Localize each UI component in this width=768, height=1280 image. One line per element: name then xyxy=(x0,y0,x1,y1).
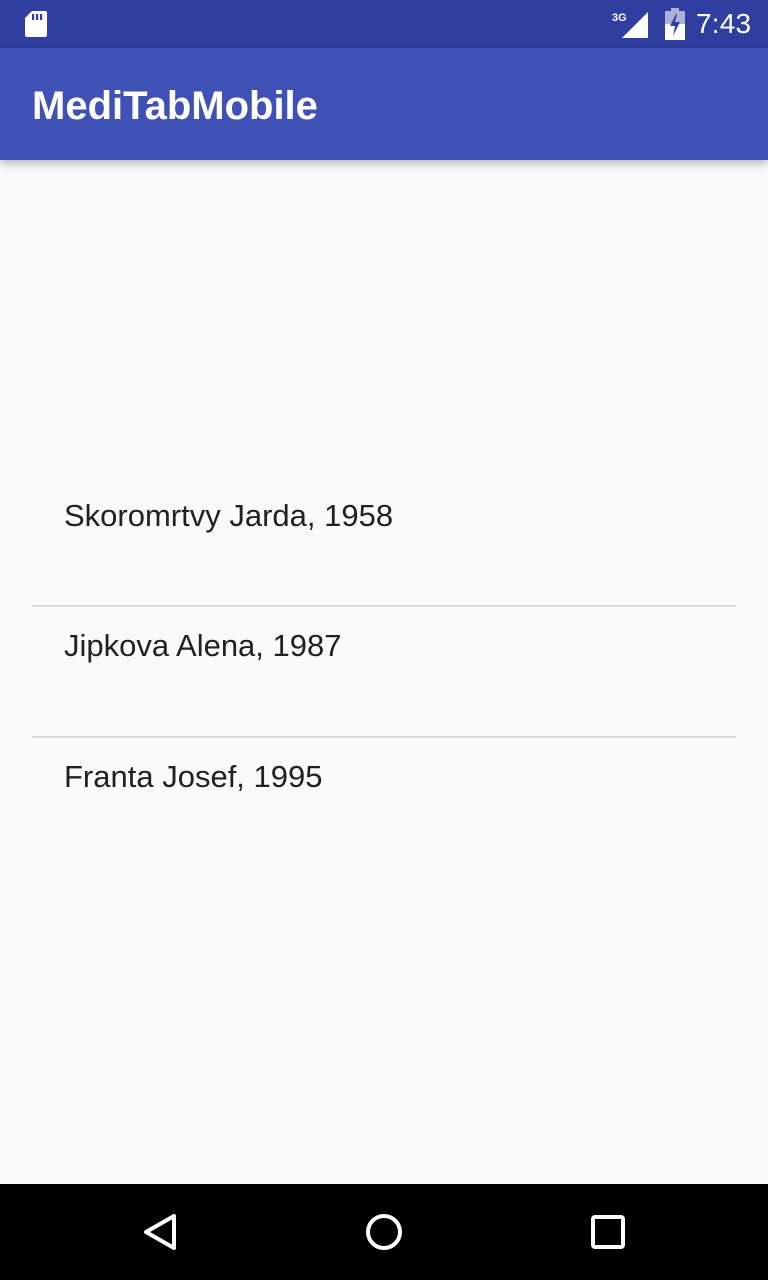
home-icon[interactable] xyxy=(360,1208,408,1256)
sd-card-icon xyxy=(25,11,47,37)
list-item-label: Franta Josef, 1995 xyxy=(64,759,323,794)
patient-list: Skoromrtvy Jarda, 1958 Jipkova Alena, 19… xyxy=(0,452,768,842)
battery-charging-icon xyxy=(665,8,685,40)
back-icon[interactable] xyxy=(136,1208,184,1256)
network-type-label: 3G xyxy=(612,12,627,24)
recents-icon[interactable] xyxy=(584,1208,632,1256)
status-bar: 3G 7:43 xyxy=(0,0,768,48)
navigation-bar xyxy=(0,1184,768,1280)
signal-3g-icon: 3G xyxy=(612,12,648,38)
list-item-label: Jipkova Alena, 1987 xyxy=(64,628,342,663)
status-time: 7:43 xyxy=(696,8,752,39)
list-item[interactable]: Franta Josef, 1995 xyxy=(0,737,768,867)
list-item[interactable]: Jipkova Alena, 1987 xyxy=(0,606,768,736)
list-item-label: Skoromrtvy Jarda, 1958 xyxy=(64,498,394,533)
list-item[interactable]: Skoromrtvy Jarda, 1958 xyxy=(0,452,768,582)
app-title: MediTabMobile xyxy=(32,84,318,128)
app-bar: MediTabMobile xyxy=(0,48,768,160)
